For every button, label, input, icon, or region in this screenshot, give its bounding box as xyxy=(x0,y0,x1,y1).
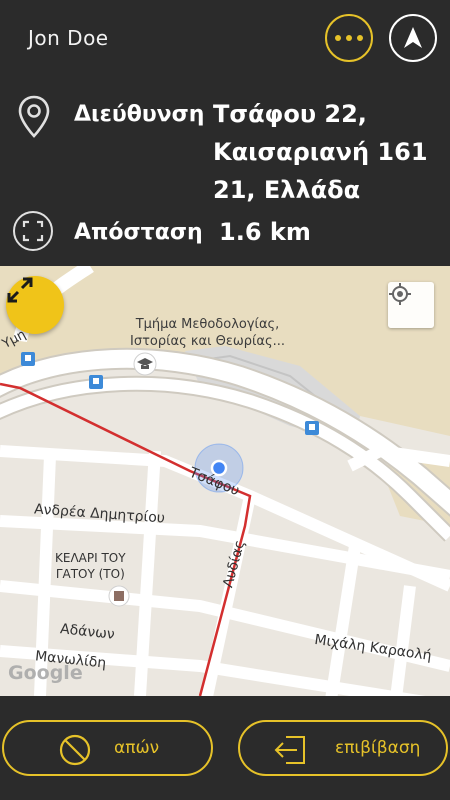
user-name: Jon Doe xyxy=(28,26,109,50)
more-dots-icon xyxy=(335,35,363,41)
expand-arrows-icon xyxy=(7,277,33,303)
distance-value: 1.6 km xyxy=(219,218,311,246)
no-entry-icon xyxy=(59,734,91,766)
board-button[interactable]: επιβίβαση xyxy=(238,720,448,776)
absent-button[interactable]: απών xyxy=(2,720,213,776)
map-place-label: ΚΕΛΑΡΙ ΤΟΥ ΓΑΤΟΥ (ΤΟ) xyxy=(55,551,126,581)
location-pin-icon xyxy=(18,95,50,138)
bus-stop-icon xyxy=(89,375,103,389)
distance-label: Απόσταση xyxy=(74,220,203,245)
address-label: Διεύθυνση xyxy=(74,102,205,127)
bus-stop-icon xyxy=(305,421,319,435)
board-label: επιβίβαση xyxy=(335,738,421,758)
navigate-button[interactable] xyxy=(389,14,437,62)
my-location-button[interactable] xyxy=(388,282,434,328)
navigation-arrow-icon xyxy=(404,27,422,48)
more-options-button[interactable] xyxy=(325,14,373,62)
address-value: Τσάφου 22, Καισαριανή 161 21, Ελλάδα xyxy=(213,100,428,204)
bus-stop-icon xyxy=(21,352,35,366)
action-bar: απών επιβίβαση xyxy=(0,696,450,800)
absent-label: απών xyxy=(114,738,160,758)
map-view[interactable]: Τμήμα Μεθοδολογίας, Ιστορίας και Θεωρίας… xyxy=(0,266,450,696)
trip-info-header: Jon Doe Διεύθυνση Τσάφου 22, Καισαριανή … xyxy=(0,0,450,266)
map-poi-label: Τμήμα Μεθοδολογίας, Ιστορίας και Θεωρίας… xyxy=(130,317,285,349)
expand-map-button[interactable] xyxy=(6,276,64,334)
restaurant-icon xyxy=(114,591,124,601)
map-attribution: Google xyxy=(8,662,83,684)
enter-arrow-icon xyxy=(274,736,305,764)
distance-frame-icon xyxy=(13,211,53,251)
crosshair-icon xyxy=(389,283,411,305)
